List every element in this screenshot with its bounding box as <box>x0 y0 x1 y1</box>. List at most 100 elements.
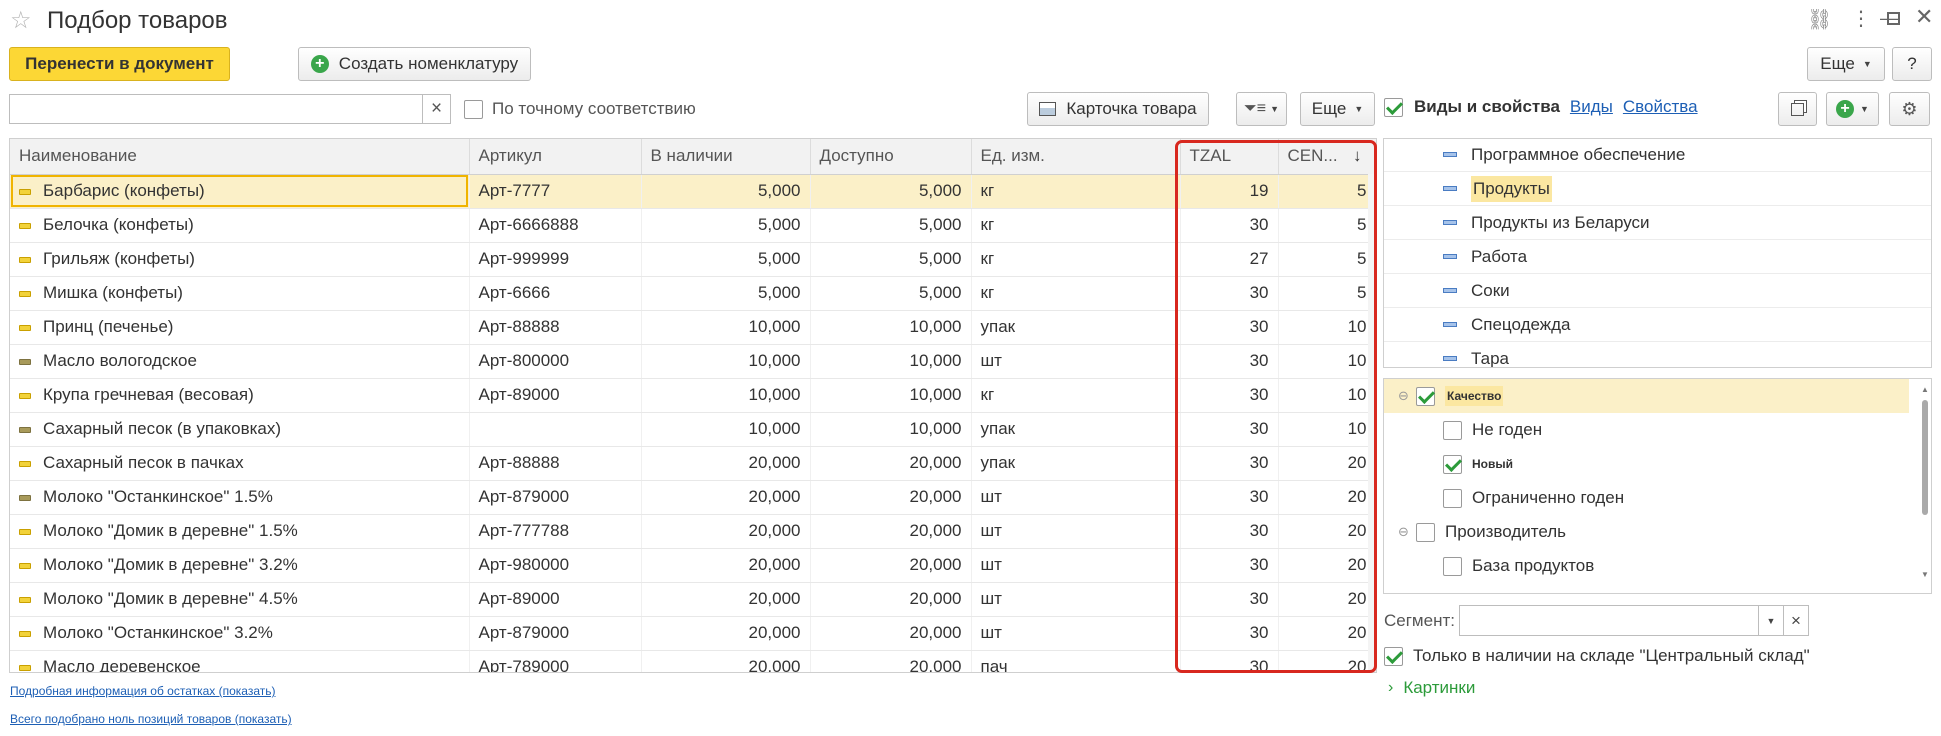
cell-name[interactable]: Белочка (конфеты) <box>10 208 470 243</box>
cell-unit[interactable]: упак <box>971 310 1181 345</box>
collapse-icon[interactable]: ⊖ <box>1398 388 1416 404</box>
cell-unit[interactable]: шт <box>971 548 1181 583</box>
collapse-icon[interactable]: ⊖ <box>1398 524 1416 540</box>
help-button[interactable]: ? <box>1892 47 1932 81</box>
settings-button[interactable]: ⚙ <box>1889 92 1930 126</box>
more-vertical-icon[interactable]: ⋮ <box>1851 6 1871 31</box>
property-row[interactable]: Не годен <box>1384 413 1931 447</box>
category-item[interactable]: Тара <box>1384 342 1931 367</box>
table-row[interactable]: Молоко "Домик в деревне" 1.5% Арт-777788 2… <box>10 514 1376 549</box>
cell-name[interactable]: Масло деревенское <box>10 650 470 672</box>
table-row[interactable]: Молоко "Останкинское" 3.2% Арт-879000 20,0… <box>10 616 1376 651</box>
cell-unit[interactable]: шт <box>971 616 1181 651</box>
cell-article[interactable]: Арт-879000 <box>469 480 642 515</box>
cell-available[interactable]: 20,000 <box>810 514 972 549</box>
table-row[interactable]: Крупа гречневая (весовая) Арт-89000 10,000… <box>10 378 1376 413</box>
add-property-button[interactable]: + ▼ <box>1826 92 1879 126</box>
cell-stock[interactable]: 20,000 <box>641 582 811 617</box>
table-row[interactable]: Мишка (конфеты) Арт-6666 5,000 5,000 кг 30 5 <box>10 276 1376 311</box>
col-header-name[interactable]: Наименование <box>10 139 470 175</box>
only-in-stock-option[interactable]: Только в наличии на складе "Центральный … <box>1384 646 1810 666</box>
transfer-to-document-button[interactable]: Перенести в документ <box>9 47 230 81</box>
cell-unit[interactable]: шт <box>971 480 1181 515</box>
cell-name[interactable]: Масло вологодское <box>10 344 470 379</box>
cell-unit[interactable]: кг <box>971 208 1181 243</box>
cell-unit[interactable]: пач <box>971 650 1181 672</box>
filter-button[interactable]: ⏷≡ ▼ <box>1236 92 1287 126</box>
table-row[interactable]: Молоко "Домик в деревне" 4.5% Арт-89000 20… <box>10 582 1376 617</box>
cell-unit[interactable]: шт <box>971 344 1181 379</box>
search-input[interactable] <box>9 94 423 124</box>
cell-stock[interactable]: 20,000 <box>641 446 811 481</box>
cell-article[interactable]: Арт-7777 <box>469 174 642 209</box>
cell-available[interactable]: 5,000 <box>810 276 972 311</box>
cell-available[interactable]: 20,000 <box>810 548 972 583</box>
table-row[interactable]: Масло деревенское Арт-789000 20,000 20,000 п… <box>10 650 1376 672</box>
properties-link[interactable]: Свойства <box>1623 97 1698 117</box>
cell-stock[interactable]: 20,000 <box>641 548 811 583</box>
cell-available[interactable]: 10,000 <box>810 310 972 345</box>
pictures-section-toggle[interactable]: › Картинки <box>1388 678 1475 698</box>
cell-available[interactable]: 10,000 <box>810 378 972 413</box>
category-item[interactable]: Продукты из Беларуси <box>1384 206 1931 240</box>
property-row[interactable]: Ограниченно годен <box>1384 481 1931 515</box>
cell-stock[interactable]: 20,000 <box>641 514 811 549</box>
cell-stock[interactable]: 5,000 <box>641 242 811 277</box>
star-icon[interactable]: ☆ <box>10 6 32 35</box>
table-row[interactable]: Барбарис (конфеты) Арт-7777 5,000 5,000 кг 19… <box>10 174 1376 209</box>
cell-name[interactable]: Молоко "Домик в деревне" 3.2% <box>10 548 470 583</box>
cell-available[interactable]: 20,000 <box>810 650 972 672</box>
cell-available[interactable]: 20,000 <box>810 446 972 481</box>
maximize-icon[interactable] <box>1887 12 1900 25</box>
property-checkbox[interactable] <box>1443 420 1462 440</box>
scroll-down-icon[interactable]: ▼ <box>1921 570 1929 579</box>
cell-article[interactable]: Арт-999999 <box>469 242 642 277</box>
cell-stock[interactable]: 20,000 <box>641 616 811 651</box>
scroll-up-icon[interactable]: ▲ <box>1921 385 1929 394</box>
exact-match-option[interactable]: По точному соответствию <box>464 99 696 119</box>
cell-name[interactable]: Молоко "Домик в деревне" 1.5% <box>10 514 470 549</box>
property-checkbox[interactable] <box>1443 556 1462 576</box>
property-checkbox[interactable] <box>1443 454 1462 474</box>
cell-name[interactable]: Крупа гречневая (весовая) <box>10 378 470 413</box>
properties-scrollbar[interactable]: ▲ ▼ <box>1921 385 1929 589</box>
col-header-article[interactable]: Артикул <box>469 139 642 175</box>
scroll-thumb[interactable] <box>1922 400 1928 515</box>
cell-article[interactable]: Арт-88888 <box>469 310 642 345</box>
cell-available[interactable]: 10,000 <box>810 344 972 379</box>
cell-article[interactable]: Арт-6666 <box>469 276 642 311</box>
views-link[interactable]: Виды <box>1570 97 1613 117</box>
cell-article[interactable] <box>469 412 642 447</box>
cell-article[interactable]: Арт-6666888 <box>469 208 642 243</box>
cell-available[interactable]: 5,000 <box>810 242 972 277</box>
copy-button[interactable] <box>1778 92 1817 126</box>
cell-name[interactable]: Молоко "Останкинское" 3.2% <box>10 616 470 651</box>
search-clear-button[interactable]: × <box>423 94 451 124</box>
cell-available[interactable]: 5,000 <box>810 174 972 209</box>
property-row[interactable]: Новый <box>1384 447 1931 481</box>
property-row[interactable]: ⊖ Качество <box>1384 379 1909 413</box>
property-checkbox[interactable] <box>1416 522 1435 542</box>
cell-name[interactable]: Грильяж (конфеты) <box>10 242 470 277</box>
cell-article[interactable]: Арт-89000 <box>469 378 642 413</box>
cell-unit[interactable]: кг <box>971 242 1181 277</box>
col-header-stock[interactable]: В наличии <box>641 139 811 175</box>
table-row[interactable]: Сахарный песок (в упаковках) 10,000 10,000… <box>10 412 1376 447</box>
cell-unit[interactable]: кг <box>971 276 1181 311</box>
cell-unit[interactable]: шт <box>971 582 1181 617</box>
cell-stock[interactable]: 5,000 <box>641 208 811 243</box>
link-icon[interactable]: ⛓ <box>1807 7 1832 32</box>
category-item[interactable]: Работа <box>1384 240 1931 274</box>
cell-stock[interactable]: 10,000 <box>641 310 811 345</box>
property-checkbox[interactable] <box>1443 488 1462 508</box>
cell-stock[interactable]: 10,000 <box>641 378 811 413</box>
table-row[interactable]: Молоко "Домик в деревне" 3.2% Арт-980000 2… <box>10 548 1376 583</box>
cell-available[interactable]: 5,000 <box>810 208 972 243</box>
stock-details-link[interactable]: Подробная информация об остатках (показа… <box>10 684 276 698</box>
cell-unit[interactable]: упак <box>971 412 1181 447</box>
segment-dropdown-button[interactable]: ▼ <box>1759 605 1784 636</box>
cell-article[interactable]: Арт-879000 <box>469 616 642 651</box>
create-item-button[interactable]: + Создать номенклатуру <box>298 47 531 81</box>
category-item[interactable]: Спецодежда <box>1384 308 1931 342</box>
col-header-available[interactable]: Доступно <box>810 139 972 175</box>
